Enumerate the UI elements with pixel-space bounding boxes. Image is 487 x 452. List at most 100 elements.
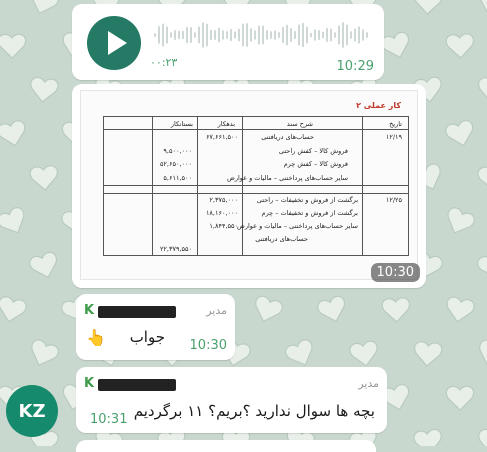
heart-icon <box>31 0 59 15</box>
heart-icon <box>478 77 487 103</box>
waveform-bar <box>326 27 328 43</box>
entry2-line: برگشت از فروش و تخفیفات – راحتی <box>256 196 358 204</box>
message-time: 10:30 <box>189 338 227 353</box>
header-description: شرح سند <box>286 120 313 128</box>
heart-icon <box>478 0 487 15</box>
play-icon[interactable] <box>87 16 141 70</box>
waveform-bar <box>166 26 168 44</box>
waveform-bar <box>294 30 296 40</box>
heart-icon <box>29 251 58 279</box>
waveform-bar <box>298 24 300 46</box>
entry2-debit: ۱۸,۱۶۰,۰۰۰ <box>205 209 238 217</box>
avatar[interactable]: KZ <box>6 385 58 437</box>
entry1-line: فروش کالا – کفش راحتی <box>278 147 348 155</box>
journal-entry-image[interactable]: کار عملی ۲ تاریخ شرح سند بدهکار بستانکار… <box>80 90 418 280</box>
entry1-line: حساب‌های دریافتنی <box>261 133 314 141</box>
heart-icon <box>317 295 346 323</box>
entry2-debit: ۱,۸۴۴,۵۵۰ <box>209 222 238 230</box>
redacted-name <box>98 379 176 391</box>
header-credit: بستانکار <box>170 120 193 128</box>
waveform-bar <box>222 30 224 40</box>
heart-icon <box>446 296 475 323</box>
heart-icon <box>30 76 59 103</box>
waveform-bar <box>258 25 260 45</box>
waveform-bar <box>210 29 212 41</box>
heart-icon <box>31 339 59 366</box>
header-debit: بدهکار <box>217 120 235 128</box>
waveform-bar <box>338 25 340 45</box>
entry2-line: برگشت از فروش و تخفیفات – چرم <box>261 209 358 217</box>
waveform-bar <box>214 30 216 40</box>
heart-icon <box>445 33 474 59</box>
heart-icon <box>381 297 410 323</box>
waveform-bar <box>306 26 308 44</box>
waveform-bar <box>242 23 244 47</box>
admin-badge: مدیر <box>358 377 379 390</box>
voice-message: ۰۰:۲۳ 10:29 <box>72 4 384 80</box>
waveform-bar <box>286 24 288 46</box>
waveform-bar <box>354 28 356 42</box>
heart-icon <box>0 120 26 147</box>
entry1-line: سایر حساب‌های پرداختنی – مالیات و عوارض <box>226 174 348 182</box>
waveform-bar <box>206 23 208 47</box>
waveform-bar <box>190 26 192 44</box>
entry1-credit: ۵۲,۶۵۰,۰۰۰ <box>159 160 192 168</box>
waveform-bar <box>334 32 336 38</box>
waveform[interactable] <box>154 18 374 52</box>
sender-name[interactable]: K <box>84 376 94 391</box>
waveform-bar <box>318 30 320 40</box>
entry2-line: حساب‌های دریافتنی <box>255 235 308 243</box>
waveform-bar <box>250 28 252 42</box>
waveform-bar <box>290 27 292 43</box>
waveform-bar <box>302 22 304 48</box>
waveform-bar <box>158 26 160 44</box>
heart-icon <box>414 0 443 15</box>
waveform-bar <box>350 31 352 39</box>
heart-icon <box>479 339 487 367</box>
heart-icon <box>477 164 487 191</box>
heart-icon <box>445 120 474 147</box>
waveform-bar <box>234 31 236 39</box>
message-time: 10:29 <box>336 59 374 74</box>
heart-icon <box>285 339 313 366</box>
waveform-bar <box>274 30 276 40</box>
message-time: 10:30 <box>370 263 420 282</box>
heart-icon <box>349 340 378 367</box>
waveform-bar <box>278 32 280 38</box>
heart-icon <box>413 428 442 446</box>
image-message[interactable]: کار عملی ۲ تاریخ شرح سند بدهکار بستانکار… <box>72 84 426 288</box>
entry2-line: سایر حساب‌های پرداختنی – مالیات و عوارض <box>236 222 358 230</box>
heart-icon <box>0 207 25 234</box>
message-text: بچه ها سوال ندارید ؟بریم؟ ۱۱ برگردیم <box>133 402 375 420</box>
waveform-bar <box>194 32 196 38</box>
waveform-bar <box>358 26 360 44</box>
waveform-bar <box>174 30 176 40</box>
waveform-bar <box>314 29 316 41</box>
journal-table: تاریخ شرح سند بدهکار بستانکار ۱۲/۱۹ حساب… <box>103 116 409 256</box>
heart-icon <box>0 33 27 59</box>
admin-badge: مدیر <box>206 304 227 317</box>
waveform-bar <box>218 27 220 43</box>
waveform-bar <box>226 31 228 39</box>
waveform-bar <box>362 29 364 41</box>
entry1-credit: ۵,۶۱۱,۵۰۰ <box>163 174 192 182</box>
waveform-bar <box>330 28 332 42</box>
waveform-bar <box>162 23 164 47</box>
message-text: جواب <box>129 328 165 346</box>
waveform-bar <box>238 28 240 42</box>
waveform-bar <box>182 30 184 40</box>
waveform-bar <box>322 31 324 39</box>
waveform-bar <box>282 26 284 44</box>
heart-icon <box>29 165 58 191</box>
sender-name[interactable]: K <box>84 303 94 318</box>
entry1-line: فروش کالا – کفش چرم <box>283 160 348 168</box>
next-message-bubble <box>76 440 376 452</box>
waveform-bar <box>230 28 232 42</box>
waveform-bar <box>246 23 248 47</box>
waveform-bar <box>198 26 200 44</box>
entry2-debit: ۲,۳۷۵,۰۰۰ <box>209 196 238 204</box>
redacted-name <box>98 306 176 318</box>
waveform-bar <box>342 22 344 48</box>
waveform-bar <box>346 24 348 46</box>
heart-icon <box>0 296 27 323</box>
